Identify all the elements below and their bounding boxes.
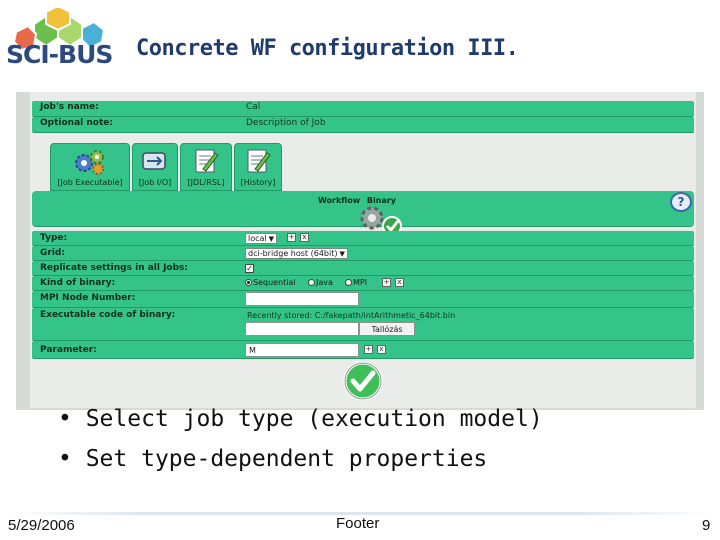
parameter-label: Parameter: — [40, 345, 97, 355]
page-number: 9 — [702, 517, 711, 534]
recently-stored-text: Recently stored: C:/fakepath/intArithmet… — [247, 311, 456, 320]
heading-workflow: Workflow — [318, 196, 361, 205]
io-icon — [142, 152, 166, 170]
info-icon[interactable]: + — [287, 233, 296, 242]
logo-text: SCI-BUS — [6, 40, 113, 69]
replicate-checkbox[interactable]: ✓ — [245, 264, 254, 273]
kind-option-sequential: Sequential — [253, 278, 296, 287]
tab-jdl-rsl[interactable]: [JDL/RSL] — [180, 143, 232, 191]
edit-icon[interactable]: x — [395, 278, 404, 287]
executable-label: Executable code of binary: — [40, 310, 176, 320]
footer-text: Footer — [336, 515, 380, 532]
grid-select[interactable]: dci-bridge host (64bit) ▼ — [245, 248, 348, 259]
job-name-value[interactable]: Cal — [246, 102, 260, 112]
type-row: Type: — [32, 231, 694, 246]
type-label: Type: — [40, 233, 68, 243]
kind-of-binary-label: Kind of binary: — [40, 278, 116, 288]
type-select[interactable]: local ▼ — [245, 233, 278, 244]
tab-history[interactable]: [History] — [234, 143, 282, 191]
tab-job-executable-label: [Job Executable] — [57, 178, 123, 187]
bullet-text: Set type-dependent properties — [85, 446, 488, 472]
gears-icon — [75, 150, 104, 175]
mpi-node-input[interactable] — [245, 292, 359, 306]
grid-label: Grid: — [40, 248, 65, 258]
tab-job-io-label: [Job I/O] — [138, 178, 172, 187]
radio-icon — [345, 279, 352, 286]
file-path-input[interactable] — [245, 322, 359, 336]
bullet-item: • Set type-dependent properties — [58, 446, 488, 472]
tab-job-executable[interactable]: [Job Executable] — [50, 143, 130, 191]
tab-jdl-rsl-label: [JDL/RSL] — [187, 178, 225, 187]
kind-java-option[interactable]: Java — [308, 278, 333, 287]
info-icon[interactable]: + — [382, 278, 391, 287]
help-button[interactable]: ? — [670, 192, 692, 212]
edit-icon[interactable]: x — [300, 233, 309, 242]
radio-selected-icon — [245, 279, 252, 286]
info-icon[interactable]: + — [364, 345, 373, 354]
slide-title: Concrete WF configuration III. — [136, 36, 519, 61]
parameter-row: Parameter: — [32, 341, 694, 359]
mpi-node-label: MPI Node Number: — [40, 293, 136, 303]
bullet-item: • Select job type (execution model) — [58, 406, 543, 432]
tab-history-label: [History] — [240, 178, 276, 187]
job-name-row: Job's name: Cal — [32, 101, 694, 117]
edit-icon[interactable]: x — [377, 345, 386, 354]
ok-button[interactable] — [341, 361, 385, 401]
radio-icon — [308, 279, 315, 286]
chevron-down-icon: ▼ — [339, 250, 345, 258]
optional-note-value[interactable]: Description of Job — [246, 118, 326, 128]
kind-option-java: Java — [316, 278, 333, 287]
job-name-label: Job's name: — [40, 102, 99, 112]
document-pen-icon — [247, 149, 271, 173]
tab-job-io[interactable]: [Job I/O] — [132, 143, 178, 191]
document-pen-icon — [195, 149, 219, 173]
browse-button[interactable]: Tallózás — [359, 322, 415, 336]
chevron-down-icon: ▼ — [268, 235, 275, 243]
sci-bus-logo: SCI-BUS — [4, 4, 116, 88]
bullet-list: • Select job type (execution model) • Se… — [58, 404, 543, 484]
parameter-input[interactable]: M — [245, 343, 359, 357]
grid-select-value: dci-bridge host (64bit) — [248, 249, 338, 258]
replicate-label: Replicate settings in all Jobs: — [40, 263, 189, 273]
replicate-row: Replicate settings in all Jobs: — [32, 261, 694, 276]
optional-note-row: Optional note: Description of Job — [32, 117, 694, 133]
kind-option-mpi: MPI — [353, 278, 368, 287]
mpi-node-row: MPI Node Number: — [32, 291, 694, 308]
kind-mpi-option[interactable]: MPI — [345, 278, 367, 287]
kind-sequential-option[interactable]: Sequential — [245, 278, 296, 287]
footer-date: 5/29/2006 — [8, 517, 75, 534]
optional-note-label: Optional note: — [40, 118, 113, 128]
grid-row: Grid: — [32, 246, 694, 261]
help-icon: ? — [677, 195, 685, 209]
type-select-value: local — [248, 234, 267, 243]
bullet-text: Select job type (execution model) — [85, 406, 543, 432]
